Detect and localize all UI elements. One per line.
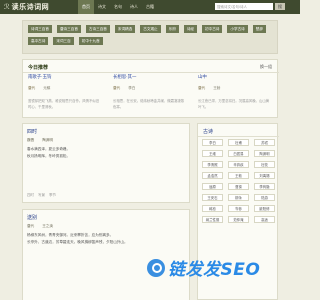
poem-snippet: 鸾镜却把双飞燕，难说相思只自怜。风情不似旧时心，千里清秋。 (28, 99, 100, 109)
sidebar-tag[interactable]: 杜甫 (228, 139, 249, 146)
sidebar-tag[interactable]: 孟浩然 (202, 172, 223, 179)
sidebar-tag[interactable]: 岑参 (228, 205, 249, 212)
sidebar-tag[interactable]: 王维 (202, 150, 223, 157)
poem-line: 长亭外，古道边，芳草碧连天。晚风拂柳笛声残，夕阳山外山。 (27, 240, 128, 244)
poem-card-author[interactable]: 王之涣 (42, 224, 53, 229)
tag-link[interactable]: 四时 (27, 193, 34, 198)
nav-classics[interactable]: 古籍 (142, 0, 158, 14)
poem-line: 春水满四泽，夏云多奇峰。 (27, 147, 71, 151)
sidebar-tag[interactable]: 欧阳修 (254, 205, 275, 212)
nav-quotes[interactable]: 名句 (110, 0, 126, 14)
category-chip[interactable]: 初中十九首 (78, 37, 103, 45)
category-chip[interactable]: 楚辞 (252, 25, 266, 33)
category-chip[interactable]: 乐府 (165, 25, 179, 33)
sidebar-tag[interactable]: 王勃 (228, 172, 249, 179)
category-chip[interactable]: 宋词三百 (53, 37, 74, 45)
refresh-link[interactable]: 换一组 (260, 64, 272, 70)
poem-author[interactable]: 李白 (128, 86, 135, 91)
category-chip[interactable]: 诗经 (183, 25, 198, 33)
sidebar-tag[interactable]: 白居易 (228, 150, 249, 157)
poem-card-tags: 四时 写景 季节 (27, 193, 56, 198)
poem-author[interactable]: 王勃 (213, 86, 220, 91)
sidebar-tag[interactable]: 李商隐 (254, 183, 275, 190)
poem-dynasty: 唐代 (113, 86, 121, 90)
divider (198, 136, 279, 137)
poem-line: 秋月扬明辉，冬岭秀孤松。 (27, 154, 71, 158)
recommend-item: 山中 唐代 王勃 长江悲已滞，万里念将归。况属高风晚，山山黄叶飞。 (198, 74, 278, 110)
poem-card-title[interactable]: 送别 (27, 214, 37, 221)
divider (23, 72, 279, 73)
category-chip[interactable]: 初中古诗 (202, 25, 223, 33)
poem-snippet: 长相思，在长安。络纬秋啼金井阑，微霜凄凄簟色寒。 (113, 99, 185, 109)
recommend-item: 长相思·其一 唐代 李白 长相思，在长安。络纬秋啼金井阑，微霜凄凄簟色寒。 (113, 74, 193, 110)
top-nav-bar: ℛ 读乐诗词网 首页 诗文 名句 诗人 古籍 搜 (0, 0, 300, 14)
category-chip[interactable]: 古文观止 (140, 25, 161, 33)
poem-card: 四时 魏晋 陶渊明 春水满四泽，夏云多奇峰。 秋月扬明辉，冬岭秀孤松。 四时 写… (22, 123, 190, 203)
poem-card-dynasty: 魏晋 (27, 138, 35, 142)
poem-dynasty: 唐代 (198, 86, 206, 90)
sidebar-tag[interactable]: 苏轼 (254, 139, 275, 146)
search-input[interactable] (215, 3, 273, 10)
main-nav: 首页 诗文 名句 诗人 古籍 (78, 0, 158, 14)
sidebar-tag[interactable]: 纳兰性德 (202, 216, 223, 223)
category-chip[interactable]: 小学古诗 (227, 25, 248, 33)
poem-title-link[interactable]: 长相思·其一 (113, 74, 193, 80)
sidebar-tag[interactable]: 陆游 (254, 194, 275, 201)
today-recommend-card: 今日推荐 换一组 南歌子·玉钩 唐代 元稹 鸾镜却把双飞燕，难说相思只自怜。风情不… (22, 59, 279, 118)
poem-line: 杨柳东风树，青青夹御河。近来攀折苦，应为别离多。 (27, 233, 114, 237)
page: ℛ 读乐诗词网 首页 诗文 名句 诗人 古籍 搜 诗词三百首 唐诗三百首 古诗三… (0, 0, 300, 300)
sidebar-tag[interactable]: 李白 (202, 139, 223, 146)
nav-poets[interactable]: 诗人 (126, 0, 142, 14)
sidebar-tag-grid: 李白 杜甫 苏轼 王维 白居易 陶渊明 李清照 辛弃疾 杜牧 孟浩然 王勃 刘禹… (202, 139, 276, 223)
category-chip[interactable]: 古诗三百首 (85, 25, 110, 33)
sidebar-tag[interactable]: 高适 (254, 216, 275, 223)
sidebar-tag[interactable]: 屈原 (202, 183, 223, 190)
category-chip[interactable]: 诗词三百首 (28, 25, 52, 33)
search-button[interactable]: 搜 (275, 3, 285, 10)
sidebar-tag[interactable]: 杜牧 (254, 161, 275, 168)
sidebar-tag[interactable]: 王安石 (202, 194, 223, 201)
sidebar-tag[interactable]: 韩愈 (202, 205, 223, 212)
sidebar-title: 古诗 (203, 129, 214, 135)
tag-link[interactable]: 季节 (49, 193, 56, 198)
today-title: 今日推荐 (28, 65, 49, 71)
recommend-item: 南歌子·玉钩 唐代 元稹 鸾镜却把双飞燕，难说相思只自怜。风情不似旧时心，千里清秋… (28, 74, 108, 110)
poem-author[interactable]: 元稹 (43, 86, 50, 91)
category-panel: 诗词三百首 唐诗三百首 古诗三百首 宋词精选 古文观止 乐府 诗经 初中古诗 小… (22, 20, 278, 54)
poem-card-body: 春水满四泽，夏云多奇峰。 秋月扬明辉，冬岭秀孤松。 (27, 146, 185, 160)
nav-poems[interactable]: 诗文 (94, 0, 110, 14)
poem-card-author[interactable]: 陶渊明 (42, 138, 53, 143)
category-chip[interactable]: 宋词精选 (114, 25, 136, 33)
poem-title-link[interactable]: 南歌子·玉钩 (28, 74, 108, 80)
tag-link[interactable]: 写景 (38, 193, 45, 198)
sidebar-tag[interactable]: 刘禹锡 (254, 172, 275, 179)
site-logo[interactable]: ℛ 读乐诗词网 (4, 2, 78, 12)
sidebar-tag[interactable]: 柳永 (228, 194, 249, 201)
sidebar-tag[interactable]: 辛弃疾 (228, 161, 249, 168)
watermark-logo-icon (147, 258, 165, 277)
nav-home[interactable]: 首页 (78, 0, 94, 14)
watermark: 链发发SEO (147, 255, 260, 280)
poem-dynasty: 唐代 (28, 86, 36, 90)
poem-title-link[interactable]: 山中 (198, 74, 278, 80)
poem-card-dynasty: 唐代 (27, 224, 35, 228)
logo-text: 读乐诗词网 (11, 3, 50, 11)
watermark-text: 链发发SEO (168, 260, 261, 280)
category-chip[interactable]: 高中古诗 (28, 37, 49, 45)
poem-snippet: 长江悲已滞，万里念将归。况属高风晚，山山黄叶飞。 (198, 99, 270, 109)
poem-card-body: 杨柳东风树，青青夹御河。近来攀折苦，应为别离多。 长亭外，古道边，芳草碧连天。晚… (27, 232, 185, 246)
sidebar-tag[interactable]: 李清照 (202, 161, 223, 168)
sidebar-tag[interactable]: 范仲淹 (228, 216, 249, 223)
sidebar-tag[interactable]: 陶渊明 (254, 150, 275, 157)
poem-card-title[interactable]: 四时 (27, 128, 37, 135)
logo-icon: ℛ (4, 3, 10, 11)
category-chip[interactable]: 唐诗三百首 (56, 25, 81, 33)
sidebar-tag[interactable]: 曹操 (228, 183, 249, 190)
